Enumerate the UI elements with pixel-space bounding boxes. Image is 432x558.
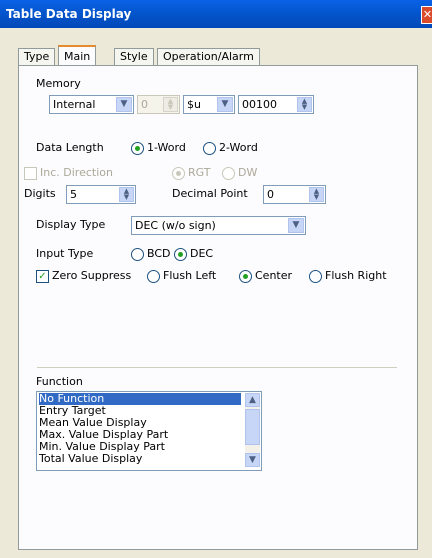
display-type-label: Display Type <box>36 218 106 231</box>
spin-arrows-icon[interactable]: ▲ ▼ <box>297 97 312 112</box>
memory-address-value: 00100 <box>242 98 277 111</box>
close-icon[interactable]: ✕ <box>421 6 432 24</box>
digits-label: Digits <box>24 187 56 200</box>
section-divider <box>37 367 397 368</box>
zero-suppress-checkbox[interactable]: ✓ <box>36 270 49 283</box>
chevron-down-icon: ▼ <box>116 97 132 112</box>
main-panel: Memory Internal ▼ 0 ▲ ▼ $u ▼ 00100 ▲ ▼ Dat… <box>18 65 418 550</box>
inc-direction-label: Inc. Direction <box>40 166 113 179</box>
inc-direction-rgt-label: RGT <box>188 166 211 179</box>
function-listbox[interactable]: No Function Entry Target Mean Value Disp… <box>36 391 262 471</box>
align-flush-left-label: Flush Left <box>163 269 217 282</box>
digits-value: 5 <box>70 188 77 201</box>
title-bar[interactable]: Table Data Display ✕ <box>0 0 432 28</box>
scroll-up-icon[interactable]: ▲ <box>245 393 260 407</box>
function-label: Function <box>36 375 83 388</box>
display-type-value: DEC (w/o sign) <box>135 219 216 232</box>
align-center-label: Center <box>255 269 293 282</box>
spin-arrows-icon[interactable]: ▲ ▼ <box>309 187 324 202</box>
data-length-label: Data Length <box>36 141 104 154</box>
tab-main[interactable]: Main <box>58 45 97 67</box>
display-type-select[interactable]: DEC (w/o sign) ▼ <box>131 216 306 235</box>
memory-address-stepper[interactable]: 00100 ▲ ▼ <box>238 95 314 114</box>
dialog-window: Table Data Display ✕ Type Main Style Ope… <box>0 0 432 558</box>
data-length-2word-label: 2-Word <box>219 141 258 154</box>
inc-direction-rgt-radio <box>172 167 185 180</box>
memory-area-select[interactable]: Internal ▼ <box>49 95 134 114</box>
scroll-thumb[interactable] <box>245 409 260 445</box>
inc-direction-dw-label: DW <box>238 166 258 179</box>
memory-label: Memory <box>36 77 81 90</box>
align-center-radio[interactable] <box>239 270 252 283</box>
input-type-dec-label: DEC <box>190 247 214 260</box>
inc-direction-dw-radio <box>222 167 235 180</box>
memory-type-value: $u <box>187 98 201 111</box>
memory-index-value: 0 <box>141 98 148 111</box>
align-flush-right-label: Flush Right <box>325 269 387 282</box>
chevron-down-icon: ▼ <box>217 97 233 112</box>
data-length-1word-radio[interactable] <box>131 142 144 155</box>
spin-arrows-icon: ▲ ▼ <box>163 97 178 112</box>
decimal-point-stepper[interactable]: 0 ▲ ▼ <box>263 185 326 204</box>
align-flush-left-radio[interactable] <box>147 270 160 283</box>
memory-type-select[interactable]: $u ▼ <box>183 95 235 114</box>
scroll-down-icon[interactable]: ▼ <box>245 453 260 467</box>
window-title: Table Data Display <box>6 7 132 21</box>
input-type-bcd-radio[interactable] <box>131 248 144 261</box>
zero-suppress-label: Zero Suppress <box>52 269 132 282</box>
align-flush-right-radio[interactable] <box>309 270 322 283</box>
input-type-bcd-label: BCD <box>147 247 171 260</box>
tab-type[interactable]: Type <box>18 48 56 65</box>
memory-index-stepper: 0 ▲ ▼ <box>137 95 180 114</box>
memory-area-value: Internal <box>53 98 96 111</box>
list-item[interactable]: Total Value Display <box>39 453 142 465</box>
tab-style[interactable]: Style <box>114 48 154 65</box>
inc-direction-checkbox <box>24 167 37 180</box>
data-length-1word-label: 1-Word <box>147 141 186 154</box>
data-length-2word-radio[interactable] <box>203 142 216 155</box>
tab-operation-alarm[interactable]: Operation/Alarm <box>157 48 260 65</box>
input-type-label: Input Type <box>36 247 94 260</box>
chevron-down-icon: ▼ <box>288 218 304 233</box>
decimal-point-value: 0 <box>267 188 274 201</box>
vertical-scrollbar[interactable]: ▲ ▼ <box>245 393 260 467</box>
input-type-dec-radio[interactable] <box>174 248 187 261</box>
spin-arrows-icon[interactable]: ▲ ▼ <box>119 187 134 202</box>
decimal-point-label: Decimal Point <box>172 187 248 200</box>
digits-stepper[interactable]: 5 ▲ ▼ <box>66 185 136 204</box>
